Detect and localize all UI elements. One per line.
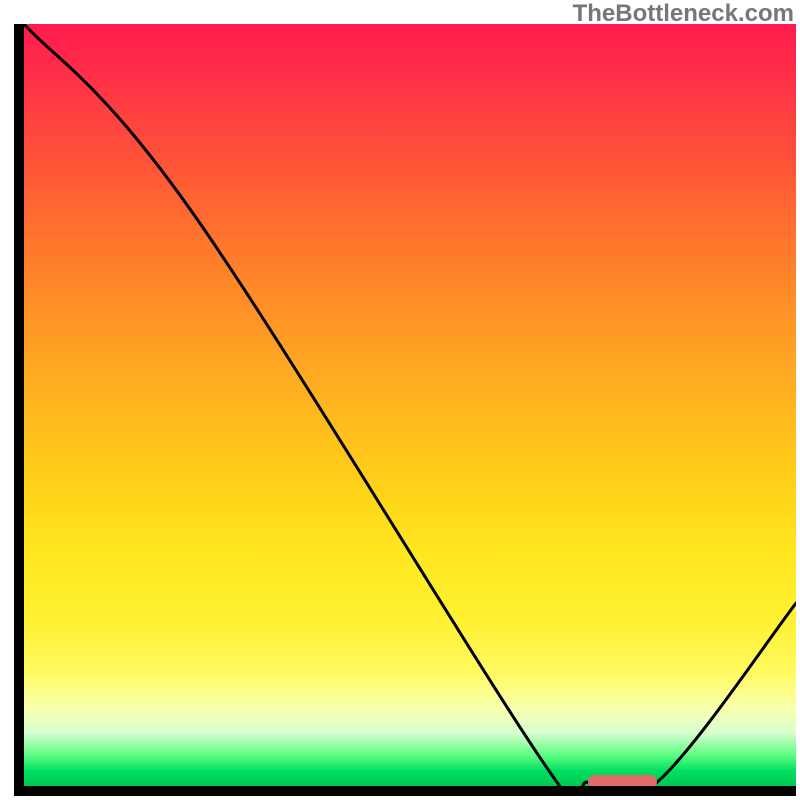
bottleneck-curve — [24, 24, 796, 786]
chart-image: TheBottleneck.com — [0, 0, 800, 800]
watermark-text: TheBottleneck.com — [573, 0, 794, 28]
plot-area — [24, 24, 796, 786]
optimal-range-marker — [588, 775, 657, 786]
chart-frame — [14, 24, 796, 796]
